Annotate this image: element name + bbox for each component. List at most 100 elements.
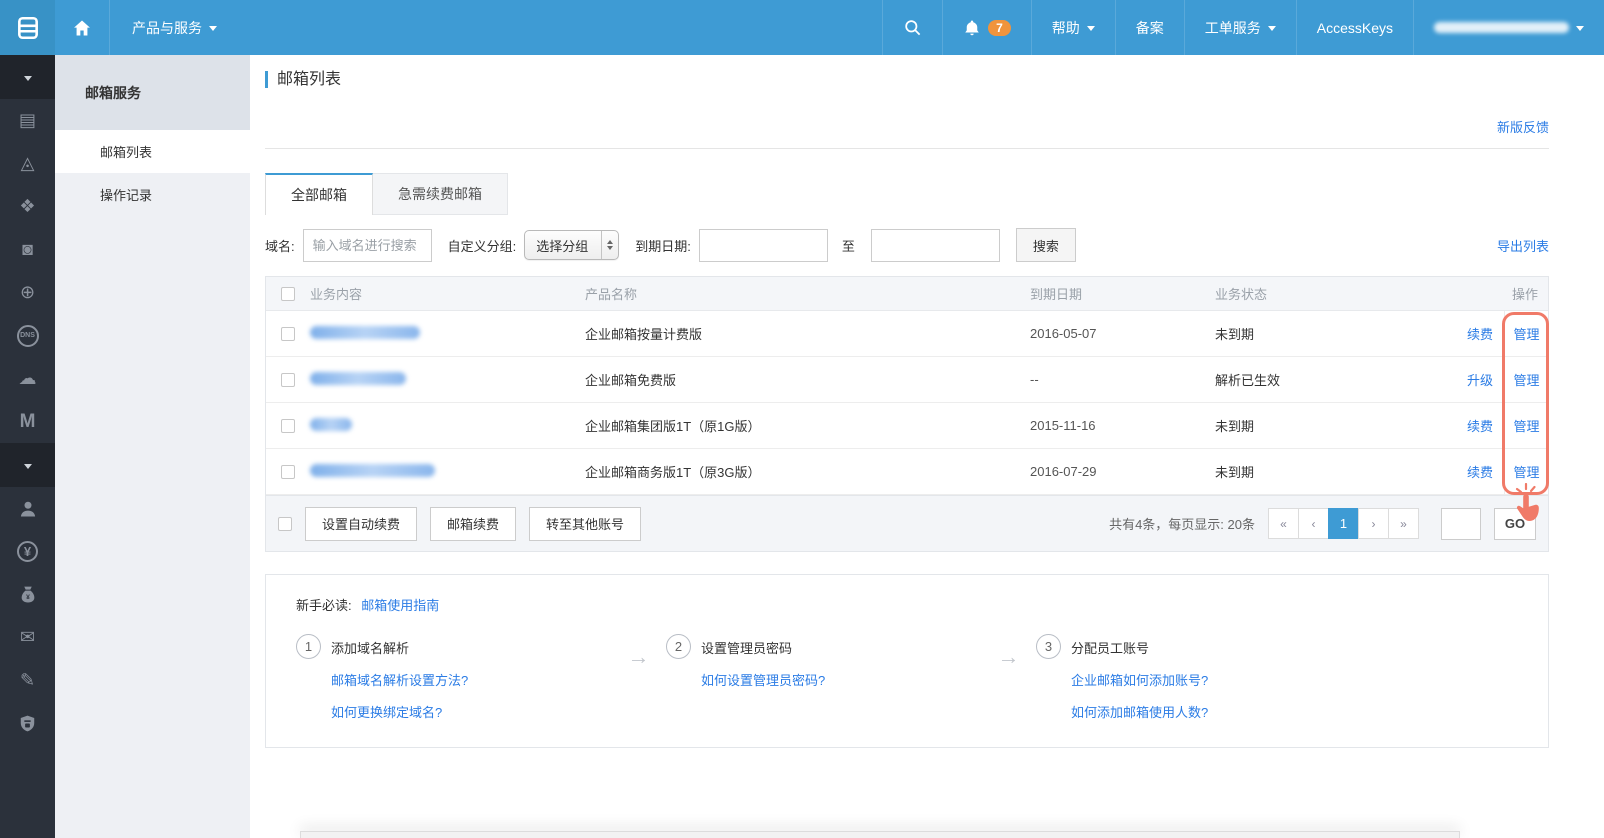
topbar-spacer	[239, 0, 882, 55]
pager-first-button[interactable]: «	[1268, 508, 1299, 539]
step-title: 分配员工账号	[1071, 638, 1208, 657]
col-business-status: 业务状态	[1215, 284, 1450, 303]
step-number: 2	[666, 634, 691, 659]
domain-redacted[interactable]	[310, 464, 435, 477]
search-submit-button[interactable]: 搜索	[1016, 228, 1076, 262]
step-number: 3	[1036, 634, 1061, 659]
yuan-circle-icon[interactable]: ¥	[0, 530, 55, 573]
custom-group-label: 自定义分组:	[448, 236, 517, 255]
accesskeys-link[interactable]: AccessKeys	[1296, 0, 1413, 55]
chevron-down-icon	[1268, 26, 1276, 35]
share-nodes-icon[interactable]: ❖	[0, 185, 55, 228]
collapse-account-button[interactable]	[0, 443, 55, 487]
aliyun-logo-icon[interactable]	[0, 0, 55, 55]
home-button[interactable]	[55, 0, 110, 55]
add-users-help-link[interactable]: 如何添加邮箱使用人数?	[1071, 702, 1208, 721]
mail-product-icon[interactable]: M	[0, 400, 55, 443]
upgrade-link[interactable]: 升级	[1467, 370, 1504, 389]
admin-password-help-link[interactable]: 如何设置管理员密码?	[701, 670, 825, 689]
product-name: 企业邮箱免费版	[585, 370, 1030, 389]
row-checkbox[interactable]	[281, 327, 295, 341]
row-checkbox[interactable]	[281, 465, 295, 479]
guide-step-2: 2 设置管理员密码 如何设置管理员密码?	[666, 634, 981, 721]
pager-next-button[interactable]: ›	[1358, 508, 1389, 539]
globe-icon[interactable]: ⊕	[0, 271, 55, 314]
tab-all-mailboxes[interactable]: 全部邮箱	[265, 173, 373, 215]
domain-redacted[interactable]	[310, 372, 406, 385]
chevron-down-icon	[1576, 26, 1584, 35]
pager-last-button[interactable]: »	[1388, 508, 1419, 539]
renew-link[interactable]: 续费	[1467, 462, 1504, 481]
sidebar-item-operation-log[interactable]: 操作记录	[55, 173, 250, 216]
chevron-down-icon	[1087, 26, 1095, 35]
export-list-link[interactable]: 导出列表	[1497, 236, 1549, 255]
expire-date: --	[1030, 372, 1215, 387]
tab-urgent-renewal[interactable]: 急需续费邮箱	[373, 173, 508, 215]
help-menu[interactable]: 帮助	[1031, 0, 1115, 55]
tickets-menu[interactable]: 工单服务	[1184, 0, 1296, 55]
notification-badge: 7	[988, 20, 1011, 36]
expire-date-label: 到期日期:	[635, 236, 691, 255]
usage-guide-link[interactable]: 邮箱使用指南	[361, 598, 439, 613]
select-all-footer-checkbox[interactable]	[278, 517, 292, 531]
table-row: 企业邮箱按量计费版 2016-05-07 未到期 续费 管理	[266, 311, 1548, 357]
renew-link[interactable]: 续费	[1467, 416, 1504, 435]
shield-icon[interactable]	[0, 702, 55, 745]
account-menu[interactable]	[1413, 0, 1604, 55]
auto-renew-button[interactable]: 设置自动续费	[305, 507, 417, 541]
beian-label: 备案	[1136, 18, 1164, 38]
manage-link[interactable]: 管理	[1513, 370, 1539, 389]
domain-search-input[interactable]	[303, 229, 432, 262]
expire-start-input[interactable]	[699, 229, 828, 262]
mailbox-renew-button[interactable]: 邮箱续费	[430, 507, 516, 541]
pager-prev-button[interactable]: ‹	[1298, 508, 1329, 539]
sidebar-item-mailbox-list[interactable]: 邮箱列表	[55, 130, 250, 173]
expire-end-input[interactable]	[871, 229, 1000, 262]
to-label: 至	[842, 236, 855, 255]
change-domain-help-link[interactable]: 如何更换绑定域名?	[331, 702, 468, 721]
group-select[interactable]: 选择分组	[524, 230, 619, 260]
row-checkbox[interactable]	[281, 373, 295, 387]
search-button[interactable]	[882, 0, 942, 55]
domain-redacted[interactable]	[310, 326, 420, 339]
sidebar-title: 邮箱服务	[55, 55, 250, 130]
storage-cloud-icon[interactable]: ☁	[0, 357, 55, 400]
row-checkbox[interactable]	[281, 419, 295, 433]
collapse-products-button[interactable]	[0, 55, 55, 99]
renew-link[interactable]: 续费	[1467, 324, 1504, 343]
server-icon[interactable]: ▤	[0, 99, 55, 142]
next-section-card-edge	[300, 831, 1460, 838]
status-text: 未到期	[1215, 324, 1450, 343]
go-button[interactable]: GO	[1494, 508, 1536, 540]
media-disk-icon[interactable]: ◙	[0, 228, 55, 271]
title-row: 邮箱列表 新版反馈	[265, 71, 1549, 149]
status-text: 未到期	[1215, 462, 1450, 481]
tickets-label: 工单服务	[1205, 18, 1261, 38]
manage-link[interactable]: 管理	[1513, 324, 1539, 343]
manage-link[interactable]: 管理	[1513, 462, 1539, 481]
pager-page-1[interactable]: 1	[1328, 508, 1359, 539]
new-version-feedback-link[interactable]: 新版反馈	[1497, 117, 1549, 136]
readme-label: 新手必读:	[296, 598, 352, 613]
moneybag-icon[interactable]: ¥	[0, 573, 55, 616]
status-text: 解析已生效	[1215, 370, 1450, 389]
pencil-icon[interactable]: ✎	[0, 659, 55, 702]
dns-icon[interactable]: DNS	[0, 314, 55, 357]
transfer-account-button[interactable]: 转至其他账号	[529, 507, 641, 541]
domain-redacted[interactable]	[310, 418, 352, 431]
balance-nodes-icon[interactable]: ◬	[0, 142, 55, 185]
step-number: 1	[296, 634, 321, 659]
manage-link[interactable]: 管理	[1513, 416, 1539, 435]
page-jump-input[interactable]	[1441, 508, 1481, 540]
select-all-checkbox[interactable]	[281, 287, 295, 301]
beian-link[interactable]: 备案	[1115, 0, 1184, 55]
mail-envelope-icon[interactable]: ✉	[0, 616, 55, 659]
dns-setup-help-link[interactable]: 邮箱域名解析设置方法?	[331, 670, 468, 689]
guide-step-1: 1 添加域名解析 邮箱域名解析设置方法? 如何更换绑定域名?	[296, 634, 611, 721]
products-services-menu[interactable]: 产品与服务	[110, 0, 239, 55]
filter-row: 域名: 自定义分组: 选择分组 到期日期: 至 搜索 导出列表	[265, 228, 1549, 262]
user-icon[interactable]	[0, 487, 55, 530]
account-name-redacted	[1434, 22, 1569, 33]
notifications-button[interactable]: 7	[942, 0, 1031, 55]
add-account-help-link[interactable]: 企业邮箱如何添加账号?	[1071, 670, 1208, 689]
